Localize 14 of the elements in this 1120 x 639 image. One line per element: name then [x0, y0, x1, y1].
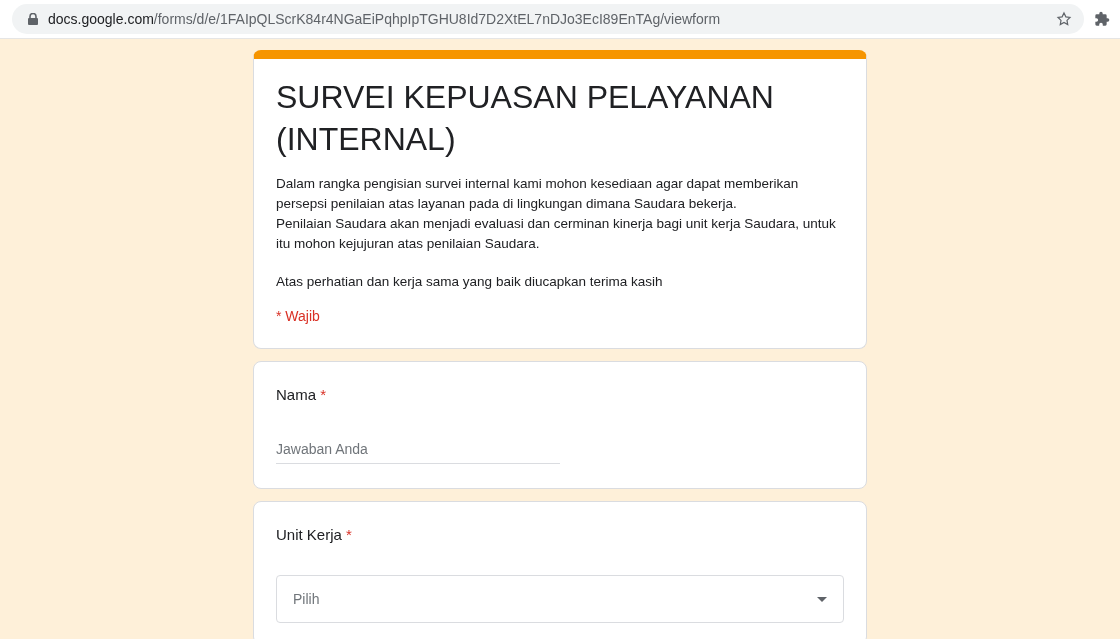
form-description: Dalam rangka pengisian survei internal kami mohon kesediaan agar dapat memberikan persepsi penilaian atas layanan pada di lingkungan dimana Saudara bekerja. Penilaian Saudara akan menjadi evaluasi dan cerminan kinerja bagi unit kerja Saudara, untuk itu mohon kejujuran atas penilaian Saudara.: [276, 175, 837, 253]
lock-icon: [28, 13, 38, 25]
question-label: Nama *: [276, 386, 328, 403]
puzzle-icon[interactable]: [1094, 11, 1110, 27]
answer-field[interactable]: Jawaban Anda: [276, 435, 560, 464]
address-bar[interactable]: docs.google.com/forms/d/e/1FAIpQLScrK84r4NGaEiPqhpIpTGHU8Id7D2XtEL7nDJo3EcI89EnTAg/viewform: [12, 4, 1084, 34]
form-description: Atas perhatian dan kerja sama yang baik diucapkan terima kasih: [276, 273, 664, 291]
url-text: docs.google.com/forms/d/e/1FAIpQLScrK84r4NGaEiPqhpIpTGHU8Id7D2XtEL7nDJo3EcI89EnTAg/viewform: [48, 11, 722, 27]
question-label: Unit Kerja *: [276, 526, 353, 543]
required-legend: * Wajib: [276, 308, 844, 324]
caret-icon: [817, 596, 827, 602]
star-icon[interactable]: [1056, 11, 1072, 27]
dropdown-field[interactable]: Pilih: [276, 575, 844, 623]
form-title: SURVEI KEPUASAN PELAYANAN (INTERNAL): [276, 78, 775, 159]
